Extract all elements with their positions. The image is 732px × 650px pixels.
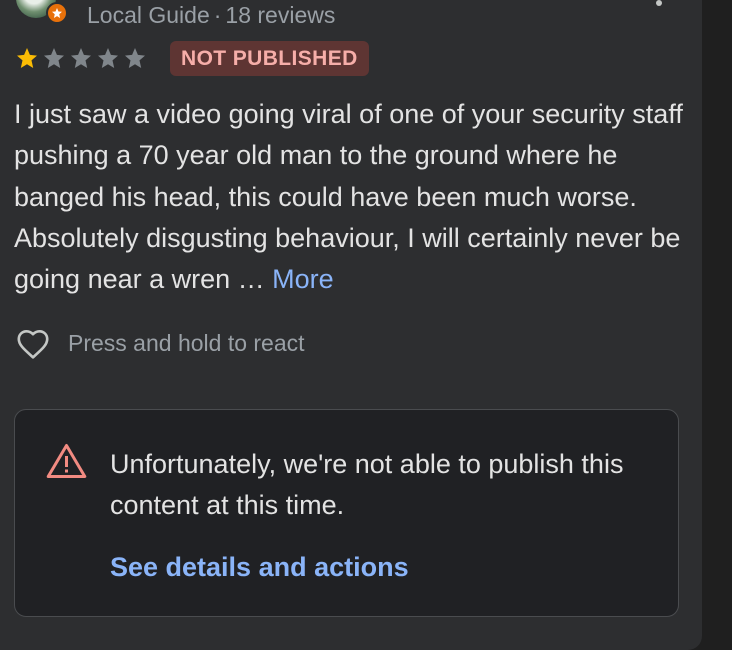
review-card: Local Guide · 18 reviews NOT PUBLISHED I j… (0, 0, 702, 650)
star-icon (98, 48, 118, 68)
screen-edge (702, 0, 732, 650)
star-icon (17, 48, 37, 68)
more-link[interactable]: More (272, 264, 334, 294)
status-badge: NOT PUBLISHED (170, 41, 369, 76)
star-icon (44, 48, 64, 68)
reviewer-meta: Local Guide · 18 reviews (87, 1, 335, 29)
star-rating (14, 46, 148, 70)
meta-separator: · (213, 2, 222, 28)
local-guide-badge-icon (46, 2, 68, 24)
react-label: Press and hold to react (68, 329, 305, 356)
review-text: I just saw a video going viral of one of… (14, 94, 684, 300)
see-details-link[interactable]: See details and actions (110, 550, 409, 584)
more-vert-icon[interactable] (652, 0, 666, 14)
react-button[interactable]: Press and hold to react (14, 326, 305, 360)
reviewer-role: Local Guide (87, 2, 210, 28)
publish-notice: Unfortunately, we're not able to publish… (14, 409, 679, 617)
warning-triangle-icon (46, 444, 87, 478)
heart-outline-icon (17, 329, 49, 359)
star-icon (71, 48, 91, 68)
review-body: I just saw a video going viral of one of… (14, 99, 683, 295)
review-count: 18 reviews (225, 2, 336, 28)
notice-message: Unfortunately, we're not able to publish… (110, 449, 624, 520)
star-icon (125, 48, 145, 68)
